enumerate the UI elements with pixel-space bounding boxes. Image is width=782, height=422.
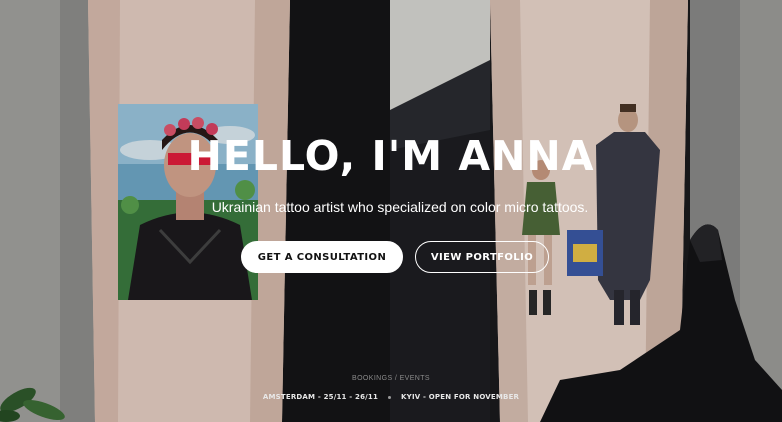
hero-content: HELLO, I'M ANNA Ukrainian tattoo artist …	[0, 0, 782, 422]
separator-dot-icon	[388, 395, 392, 399]
hero-subtitle: Ukrainian tattoo artist who specialized …	[211, 199, 589, 215]
get-consultation-button[interactable]: GET A CONSULTATION	[241, 241, 403, 273]
hero-buttons: GET A CONSULTATION VIEW PORTFOLIO	[0, 241, 782, 273]
hero-title: HELLO, I'M ANNA	[187, 132, 595, 180]
event-amsterdam[interactable]: AMSTERDAM - 25/11 - 26/11	[263, 393, 378, 401]
event-kyiv[interactable]: KYIV - OPEN FOR NOVEMBER	[401, 393, 519, 401]
view-portfolio-button[interactable]: VIEW PORTFOLIO	[415, 241, 549, 273]
events-list: AMSTERDAM - 25/11 - 26/11 KYIV - OPEN FO…	[0, 393, 782, 401]
hero-section: HELLO, I'M ANNA Ukrainian tattoo artist …	[0, 0, 782, 422]
events-label: BOOKINGS / EVENTS	[352, 375, 430, 382]
